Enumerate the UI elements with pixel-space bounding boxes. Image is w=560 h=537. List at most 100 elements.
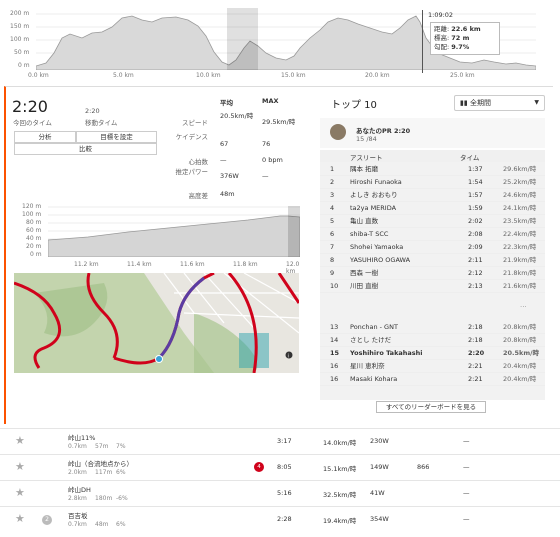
- segment-grade: 6%: [116, 521, 126, 528]
- stat-label: 高度差: [188, 192, 209, 200]
- stat-avg: 376W: [220, 172, 239, 180]
- elevation-profile-chart[interactable]: 200 m 150 m 100 m 50 m 0 m 0.0 km 5.0 km…: [0, 0, 560, 82]
- stat-label: スピード: [182, 119, 208, 127]
- star-icon[interactable]: ★: [15, 512, 25, 525]
- achievement-badge: 4: [254, 462, 264, 472]
- bar-chart-icon: ▮▮: [460, 99, 468, 107]
- tooltip-elevation: 72 m: [451, 34, 470, 42]
- time-cell: 2:11: [468, 256, 483, 264]
- speed-cell: 22.3km/時: [503, 243, 537, 251]
- rank-cell: 7: [330, 243, 335, 251]
- athlete-name[interactable]: YASUHIRO OGAWA: [350, 254, 410, 267]
- segment-row[interactable]: ★ 峠山DH 2.8km 180m -6% 5:16 32.5km/時 41W —: [0, 480, 560, 506]
- leaderboard-row[interactable]: 8 YASUHIRO OGAWA 2:11 21.9km/時: [320, 254, 545, 267]
- x-tick: 11.8 km: [233, 261, 258, 268]
- leaderboard-row[interactable]: 3 よしき おおもり 1:57 24.6km/時: [320, 189, 545, 202]
- rank-cell: 15: [330, 349, 340, 357]
- leaderboard-row[interactable]: 14 さとし たけだ 2:18 20.8km/時: [320, 334, 545, 347]
- star-icon[interactable]: ★: [15, 486, 25, 499]
- hover-tooltip: 距離: 22.6 km 標高: 72 m 勾配: 9.7%: [430, 22, 500, 55]
- leaderboard-row[interactable]: 15 Yoshihiro Takahashi 2:20 20.5km/時: [320, 347, 545, 360]
- leaderboard-row[interactable]: 16 Masaki Kohara 2:21 20.4km/時: [320, 373, 545, 386]
- x-tick: 10.0 km: [196, 72, 221, 79]
- segment-name[interactable]: 峠山（合流地点から）: [68, 458, 133, 468]
- rank-cell: 1: [330, 165, 335, 173]
- leaderboard-row[interactable]: 5 亀山 直数 2:02 23.5km/時: [320, 215, 545, 228]
- segment-elevation: 180m: [95, 495, 113, 502]
- segment-distance: 0.7km: [68, 443, 87, 450]
- y-tick: 20 m: [26, 243, 42, 250]
- segment-time: 8:05: [277, 463, 292, 471]
- time-cell: 2:21: [468, 362, 483, 370]
- athlete-name[interactable]: Shohei Yamaoka: [350, 241, 403, 254]
- route-map[interactable]: i: [14, 273, 299, 373]
- x-tick: 20.0 km: [365, 72, 390, 79]
- speed-cell: 24.1km/時: [503, 204, 537, 212]
- segment-speed: 19.4km/時: [323, 517, 357, 525]
- star-icon[interactable]: ★: [15, 434, 25, 447]
- segment-elevation: 117m: [95, 469, 113, 476]
- time-cell: 2:21: [468, 375, 483, 383]
- rank-cell: 13: [330, 323, 339, 331]
- segment-power: 41W: [370, 489, 385, 497]
- leaderboard-filter-dropdown[interactable]: ▮▮ 全期間 ▼: [454, 95, 545, 111]
- rank-cell: 6: [330, 230, 335, 238]
- time-cell: 2:18: [468, 323, 483, 331]
- athlete-name[interactable]: さとし たけだ: [350, 334, 391, 347]
- effort-time: 2:20: [12, 97, 48, 116]
- leaderboard-row[interactable]: 9 西森 一樹 2:12 21.8km/時: [320, 267, 545, 280]
- speed-cell: 29.6km/時: [503, 165, 537, 173]
- athlete-name[interactable]: Yoshihiro Takahashi: [350, 347, 423, 360]
- segment-row[interactable]: ★ 峠山11% 0.7km 57m 7% 3:17 14.0km/時 230W —: [0, 428, 560, 454]
- stat-max: 0 bpm: [262, 156, 283, 164]
- segment-row[interactable]: ★ 峠山（合流地点から） 2.0km 117m 6% 4 8:05 15.1km/時 149W 8…: [0, 454, 560, 480]
- star-icon[interactable]: ★: [15, 460, 25, 473]
- athlete-name[interactable]: 亀山 直数: [350, 215, 378, 228]
- athlete-name[interactable]: 西森 一樹: [350, 267, 378, 280]
- leaderboard-row[interactable]: 13 Ponchan - GNT 2:18 20.8km/時: [320, 321, 545, 334]
- view-all-leaderboards-button[interactable]: すべてのリーダーボードを見る: [376, 401, 486, 413]
- leaderboard-row[interactable]: 6 shiba-T SCC 2:08 22.4km/時: [320, 228, 545, 241]
- leaderboard-row[interactable]: 16 星川 恵利奈 2:21 20.4km/時: [320, 360, 545, 373]
- segment-row[interactable]: ★ 2 百吉坂 0.7km 48m 6% 2:28 19.4km/時 354W —: [0, 506, 560, 532]
- athlete-name[interactable]: よしき おおもり: [350, 189, 398, 202]
- leaderboard-row[interactable]: 1 隅本 拓磨 1:37 29.6km/時: [320, 163, 545, 176]
- athlete-name[interactable]: shiba-T SCC: [350, 228, 388, 241]
- leaderboard-row[interactable]: 7 Shohei Yamaoka 2:09 22.3km/時: [320, 241, 545, 254]
- athlete-name[interactable]: 星川 恵利奈: [350, 360, 385, 373]
- segment-name[interactable]: 峠山11%: [68, 432, 95, 442]
- athlete-name[interactable]: Ponchan - GNT: [350, 321, 398, 334]
- compare-button[interactable]: 比較: [14, 143, 157, 155]
- leaderboard-row[interactable]: 10 川田 直樹 2:13 21.6km/時: [320, 280, 545, 293]
- analysis-button[interactable]: 分析: [14, 131, 76, 143]
- time-cell: 2:08: [468, 230, 483, 238]
- set-goal-button[interactable]: 目標を設定: [76, 131, 157, 143]
- leaderboard-row[interactable]: 2 Hiroshi Funaoka 1:54 25.2km/時: [320, 176, 545, 189]
- segment-name[interactable]: 峠山DH: [68, 484, 91, 494]
- athlete-name[interactable]: 川田 直樹: [350, 280, 378, 293]
- tooltip-elevation-label: 標高:: [434, 34, 450, 42]
- hover-cursor-line: [422, 10, 423, 73]
- col-time: タイム: [460, 154, 480, 162]
- stat-max: 29.5km/時: [262, 118, 296, 126]
- x-tick: 11.2 km: [74, 261, 99, 268]
- athlete-name[interactable]: ta2ya MERIDA: [350, 202, 396, 215]
- time-cell: 1:59: [468, 204, 483, 212]
- leaderboard-row[interactable]: 4 ta2ya MERIDA 1:59 24.1km/時: [320, 202, 545, 215]
- segment-heartrate: 866: [417, 463, 430, 471]
- svg-text:i: i: [288, 354, 289, 360]
- time-cell: 1:54: [468, 178, 483, 186]
- athlete-name[interactable]: Hiroshi Funaoka: [350, 176, 402, 189]
- moving-time: 2:20: [85, 107, 100, 115]
- segment-grade: 6%: [116, 469, 126, 476]
- rank-cell: 14: [330, 336, 339, 344]
- rank-cell: 3: [330, 191, 335, 199]
- segment-name[interactable]: 百吉坂: [68, 510, 88, 520]
- speed-cell: 20.4km/時: [503, 362, 537, 370]
- athlete-name[interactable]: 隅本 拓磨: [350, 163, 378, 176]
- segment-distance: 0.7km: [68, 521, 87, 528]
- time-cell: 2:20: [468, 349, 485, 357]
- stat-avg: 20.5km/時: [220, 112, 254, 120]
- speed-cell: 23.5km/時: [503, 217, 537, 225]
- athlete-name[interactable]: Masaki Kohara: [350, 373, 397, 386]
